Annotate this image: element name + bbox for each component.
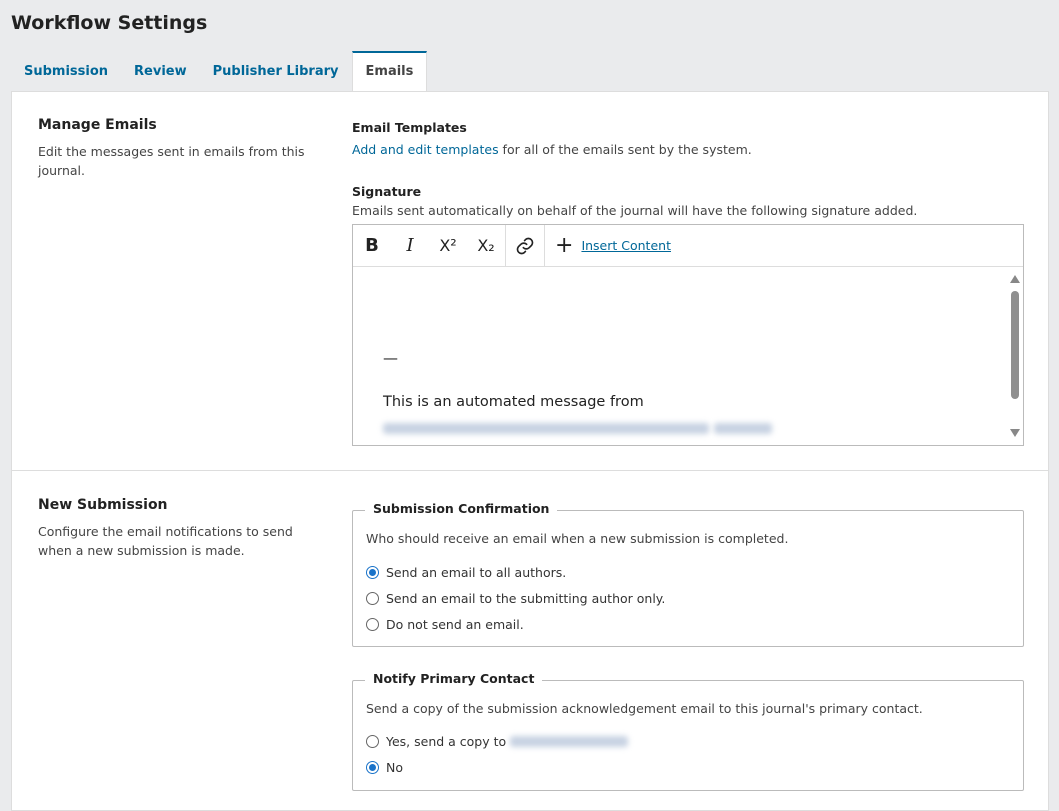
signature-message: This is an automated message from [383, 394, 644, 410]
link-button[interactable] [506, 225, 544, 266]
page-title: Workflow Settings [11, 12, 208, 34]
notify-primary-contact-fieldset: Notify Primary Contact Send a copy of th… [352, 671, 1024, 791]
signature-label: Signature [352, 184, 422, 199]
bold-button[interactable]: B [353, 225, 391, 266]
editor-toolbar: B I X² X₂ + Insert Content [353, 225, 1023, 267]
tab-submission[interactable]: Submission [11, 51, 121, 92]
manage-emails-description: Edit the messages sent in emails from th… [38, 144, 305, 178]
insert-content-label: Insert Content [581, 238, 671, 253]
email-templates-text: Add and edit templates for all of the em… [352, 142, 752, 157]
radio-button-checked[interactable] [366, 566, 379, 579]
radio-button-checked[interactable] [366, 761, 379, 774]
radio-label: Yes, send a copy to [386, 734, 507, 749]
email-templates-label: Email Templates [352, 120, 467, 135]
redacted-journal-name [383, 422, 709, 434]
radio-all-authors[interactable]: Send an email to all authors. [366, 565, 566, 580]
tab-publisher-library[interactable]: Publisher Library [200, 51, 352, 92]
signature-text: This is an automated message from [383, 389, 973, 441]
radio-button[interactable] [366, 735, 379, 748]
scroll-up-arrow[interactable] [1010, 275, 1020, 283]
tab-bar: Submission Review Publisher Library Emai… [11, 51, 428, 92]
radio-label: No [386, 760, 403, 775]
tab-emails[interactable]: Emails [351, 51, 428, 92]
radio-send-copy[interactable]: Yes, send a copy to [366, 734, 629, 749]
section-divider [12, 470, 1048, 471]
radio-label: Send an email to the submitting author o… [386, 591, 666, 606]
scroll-down-arrow[interactable] [1010, 429, 1020, 437]
redacted-email [510, 736, 629, 747]
superscript-button[interactable]: X² [429, 225, 467, 266]
redacted-journal-name-cont [713, 422, 772, 434]
radio-no-email[interactable]: Do not send an email. [366, 617, 524, 632]
radio-button[interactable] [366, 592, 379, 605]
tab-review[interactable]: Review [121, 51, 200, 92]
submission-confirmation-fieldset: Submission Confirmation Who should recei… [352, 501, 1024, 647]
submission-confirmation-legend: Submission Confirmation [365, 501, 558, 516]
subscript-button[interactable]: X₂ [467, 225, 505, 266]
email-templates-suffix: for all of the emails sent by the system… [498, 142, 752, 157]
radio-submitting-author[interactable]: Send an email to the submitting author o… [366, 591, 665, 606]
radio-no-copy[interactable]: No [366, 760, 403, 775]
new-submission-heading: New Submission [38, 497, 168, 513]
manage-emails-heading: Manage Emails [38, 117, 157, 133]
plus-icon: + [555, 232, 574, 258]
signature-description: Emails sent automatically on behalf of t… [352, 203, 918, 218]
notify-primary-contact-description: Send a copy of the submission acknowledg… [366, 701, 923, 716]
radio-label: Send an email to all authors. [386, 565, 567, 580]
new-submission-description: Configure the email notifications to sen… [38, 524, 293, 558]
radio-label: Do not send an email. [386, 617, 524, 632]
radio-button[interactable] [366, 618, 379, 631]
insert-content-button[interactable]: + Insert Content [545, 232, 671, 258]
italic-button[interactable]: I [391, 225, 429, 266]
signature-editor: B I X² X₂ + Insert Content — This is an … [352, 224, 1024, 446]
link-icon [516, 237, 534, 254]
signature-dash: — [383, 349, 398, 367]
notify-primary-contact-legend: Notify Primary Contact [365, 671, 543, 686]
signature-text-area[interactable]: — This is an automated message from [353, 267, 1023, 445]
add-edit-templates-link[interactable]: Add and edit templates [352, 142, 499, 157]
emails-panel: Manage Emails Edit the messages sent in … [11, 91, 1049, 811]
scrollbar-thumb[interactable] [1011, 291, 1019, 399]
submission-confirmation-description: Who should receive an email when a new s… [366, 531, 789, 546]
